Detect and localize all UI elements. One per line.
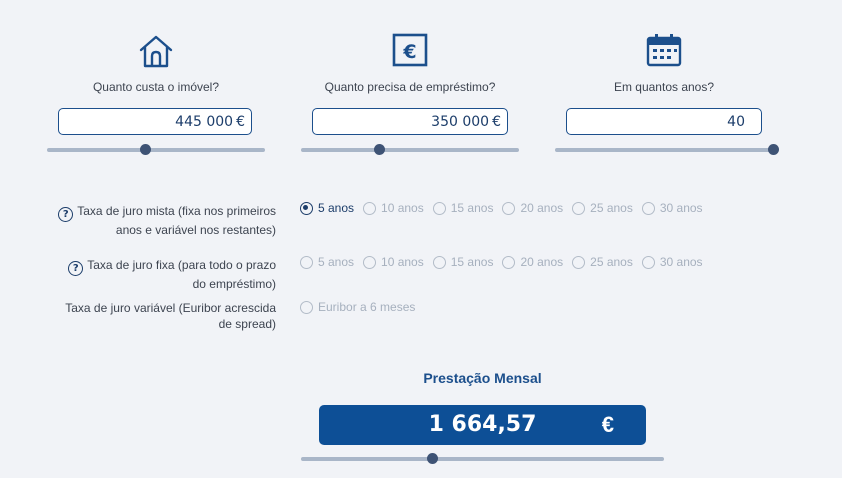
variable-rate-label: Taxa de juro variável (Euribor acrescida… [61, 300, 276, 332]
fixed-rate-option-30[interactable]: 30 anos [641, 255, 703, 269]
loan-term-label: Em quantos anos? [613, 80, 715, 94]
loan-amount-value: 350 000 [431, 113, 490, 130]
mixed-rate-option-20[interactable]: 20 anos [502, 201, 563, 215]
loan-amount-label: Quanto precisa de empréstimo? [324, 80, 496, 94]
loan-amount-slider-knob[interactable] [374, 144, 386, 155]
radio-button[interactable] [363, 255, 377, 269]
house-icon [46, 32, 266, 72]
radio-button[interactable] [641, 201, 655, 215]
fixed-rate-text: Taxa de juro fixa (para todo o prazo do … [87, 258, 276, 291]
radio-button[interactable] [363, 201, 377, 215]
mixed-rate-option-30[interactable]: 30 anos [641, 201, 703, 215]
monthly-payment-currency: € [601, 412, 614, 437]
radio-button[interactable] [432, 201, 446, 215]
mixed-rate-options: 5 anos 10 anos 15 anos 20 anos 25 anos 3… [300, 201, 712, 215]
help-icon[interactable]: ? [58, 207, 74, 222]
property-price-slider[interactable] [47, 144, 265, 155]
loan-term-input[interactable]: 40 [566, 108, 762, 135]
radio-button[interactable] [432, 255, 446, 269]
monthly-payment-value: 1 664,57 [428, 412, 537, 437]
radio-button[interactable] [300, 201, 313, 215]
loan-amount-currency: € [492, 113, 501, 130]
variable-rate-option-euribor[interactable]: Euribor a 6 meses [300, 300, 415, 314]
fixed-rate-option-10[interactable]: 10 anos [363, 255, 424, 269]
fixed-rate-option-25[interactable]: 25 anos [572, 255, 633, 269]
fixed-rate-option-20[interactable]: 20 anos [502, 255, 563, 269]
radio-button[interactable] [572, 255, 586, 269]
radio-button[interactable] [502, 201, 516, 215]
property-price-value: 445 000 [175, 113, 234, 130]
loan-term-value: 40 [727, 113, 745, 130]
fixed-rate-label: ? Taxa de juro fixa (para todo o prazo do… [61, 257, 276, 292]
variable-rate-text: Taxa de juro variável (Euribor acrescida… [65, 301, 276, 331]
mixed-rate-option-25[interactable]: 25 anos [572, 201, 633, 215]
monthly-payment-title: Prestação Mensal [423, 370, 542, 386]
property-price-currency: € [236, 113, 245, 130]
help-icon[interactable]: ? [68, 261, 84, 276]
calendar-icon [554, 32, 774, 72]
property-price-label: Quanto custa o imóvel? [92, 80, 220, 94]
property-price-slider-knob[interactable] [140, 144, 152, 155]
radio-button[interactable] [300, 255, 313, 269]
fixed-rate-option-15[interactable]: 15 anos [432, 255, 493, 269]
loan-term-slider-knob[interactable] [768, 144, 779, 155]
mixed-rate-text: Taxa de juro mista (fixa nos primeiros a… [77, 204, 276, 237]
mixed-rate-option-5[interactable]: 5 anos [300, 201, 354, 215]
variable-rate-options: Euribor a 6 meses [300, 300, 424, 314]
property-price-input[interactable]: 445 000 € [58, 108, 252, 135]
radio-button[interactable] [641, 255, 655, 269]
radio-button[interactable] [572, 201, 586, 215]
loan-term-slider[interactable] [555, 144, 779, 155]
loan-amount-slider[interactable] [301, 144, 519, 155]
radio-button[interactable] [502, 255, 516, 269]
mixed-rate-label: ? Taxa de juro mista (fixa nos primeiros … [46, 203, 276, 238]
monthly-payment-box: 1 664,57 € [319, 405, 646, 445]
euro-icon: € [300, 32, 520, 72]
svg-text:€: € [402, 41, 416, 63]
monthly-payment-slider[interactable] [301, 453, 664, 464]
mixed-rate-option-15[interactable]: 15 anos [432, 201, 493, 215]
radio-button[interactable] [300, 300, 313, 314]
monthly-payment-slider-knob[interactable] [426, 453, 438, 464]
loan-amount-input[interactable]: 350 000 € [312, 108, 508, 135]
mixed-rate-option-10[interactable]: 10 anos [363, 201, 424, 215]
fixed-rate-option-5[interactable]: 5 anos [300, 255, 354, 269]
fixed-rate-options: 5 anos 10 anos 15 anos 20 anos 25 anos 3… [300, 255, 712, 269]
